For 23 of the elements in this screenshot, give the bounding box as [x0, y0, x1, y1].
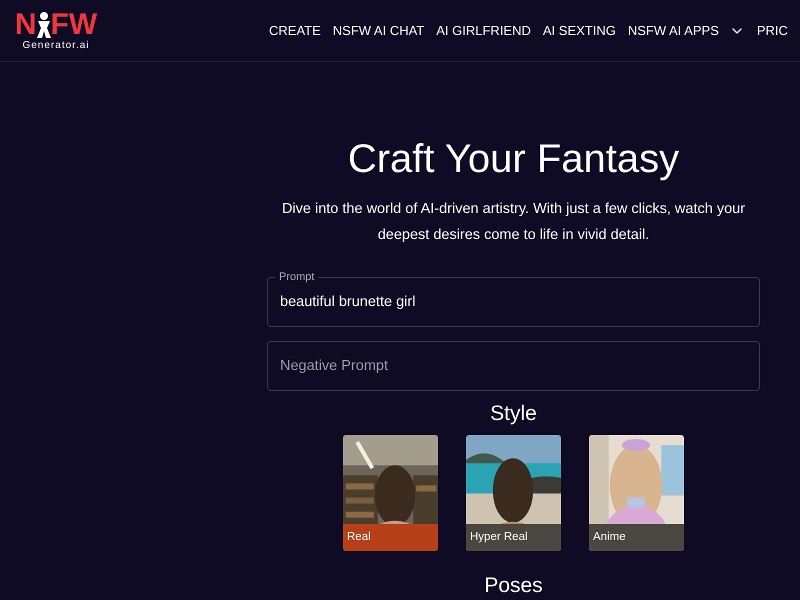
nav-link[interactable]: AI SEXTING [542, 20, 616, 40]
logo[interactable]: N FW Generator.ai [10, 10, 102, 52]
nav-link[interactable]: NSFW AI CHAT [332, 20, 424, 40]
style-label: Hyper Real [466, 524, 561, 551]
nav-link[interactable]: PRIC [756, 20, 788, 40]
style-label: Anime [589, 524, 684, 551]
logo-subtitle: Generator.ai [22, 40, 90, 52]
nav-link[interactable]: NSFW AI APPS [628, 20, 745, 40]
style-option[interactable]: Hyper Real [466, 435, 561, 551]
figure-icon [36, 12, 51, 38]
logo-text: N [14, 10, 37, 40]
logo-text: FW [50, 10, 98, 40]
style-label: Real [343, 524, 438, 551]
page-title: Craft Your Fantasy [348, 136, 680, 183]
nav-link[interactable]: CREATE [269, 20, 321, 40]
negative-prompt-field[interactable]: Negative Prompt [267, 341, 760, 391]
section-title: Poses [484, 573, 543, 599]
nav-link[interactable]: AI GIRLFRIEND [436, 20, 531, 40]
section-title: Style [490, 401, 537, 427]
description: Dive into the world of AI-driven artistry. With just a few clicks, watch your deepest desires come to life in vivid detail. [280, 200, 746, 245]
style-option[interactable]: Anime [589, 435, 684, 551]
field-label: Prompt [275, 269, 318, 286]
style-option[interactable]: Real [343, 435, 438, 551]
